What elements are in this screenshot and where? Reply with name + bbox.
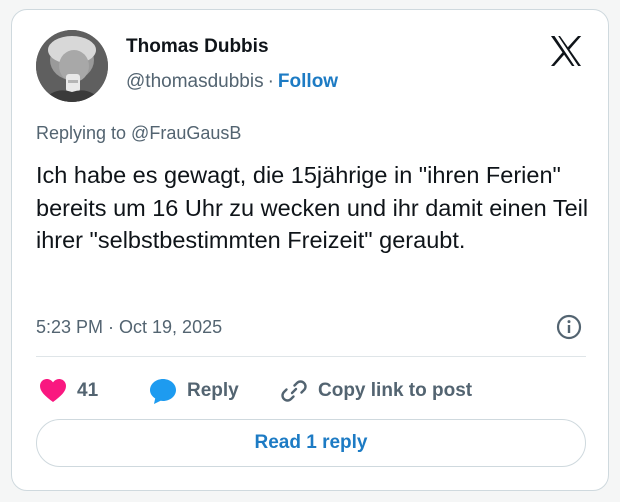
read-reply-button[interactable]: Read 1 reply [36,419,586,467]
avatar-image [36,30,108,102]
heart-icon [40,379,66,402]
avatar[interactable] [36,30,108,102]
author-handle[interactable]: @thomasdubbis [126,71,264,92]
tweet-text: Ich habe es gewagt, die 15jährige in "ih… [36,162,589,253]
follow-button[interactable]: Follow [278,71,338,92]
speech-bubble-icon [150,378,176,404]
tweet-timestamp[interactable]: 5:23 PM · Oct 19, 2025 [36,317,222,338]
link-icon [281,380,307,402]
tweet-card: Thomas Dubbis @thomasdubbis · Follow Reply… [11,9,609,491]
copy-link-label: Copy link to post [318,380,473,401]
reply-label: Reply [187,380,239,401]
author-handle-row: @thomasdubbis · Follow [126,71,338,93]
info-icon[interactable] [556,314,582,340]
like-count: 41 [77,380,99,401]
like-button[interactable]: 41 [39,376,98,406]
copy-link-button[interactable]: Copy link to post [280,376,472,406]
reply-button[interactable]: Reply [149,376,239,406]
read-reply-label: Read 1 reply [254,432,368,453]
replying-to-label[interactable]: Replying to @FrauGausB [36,123,241,144]
divider [36,356,586,357]
separator-dot: · [267,71,274,92]
x-logo-icon[interactable] [549,35,583,67]
author-name[interactable]: Thomas Dubbis [126,36,269,58]
